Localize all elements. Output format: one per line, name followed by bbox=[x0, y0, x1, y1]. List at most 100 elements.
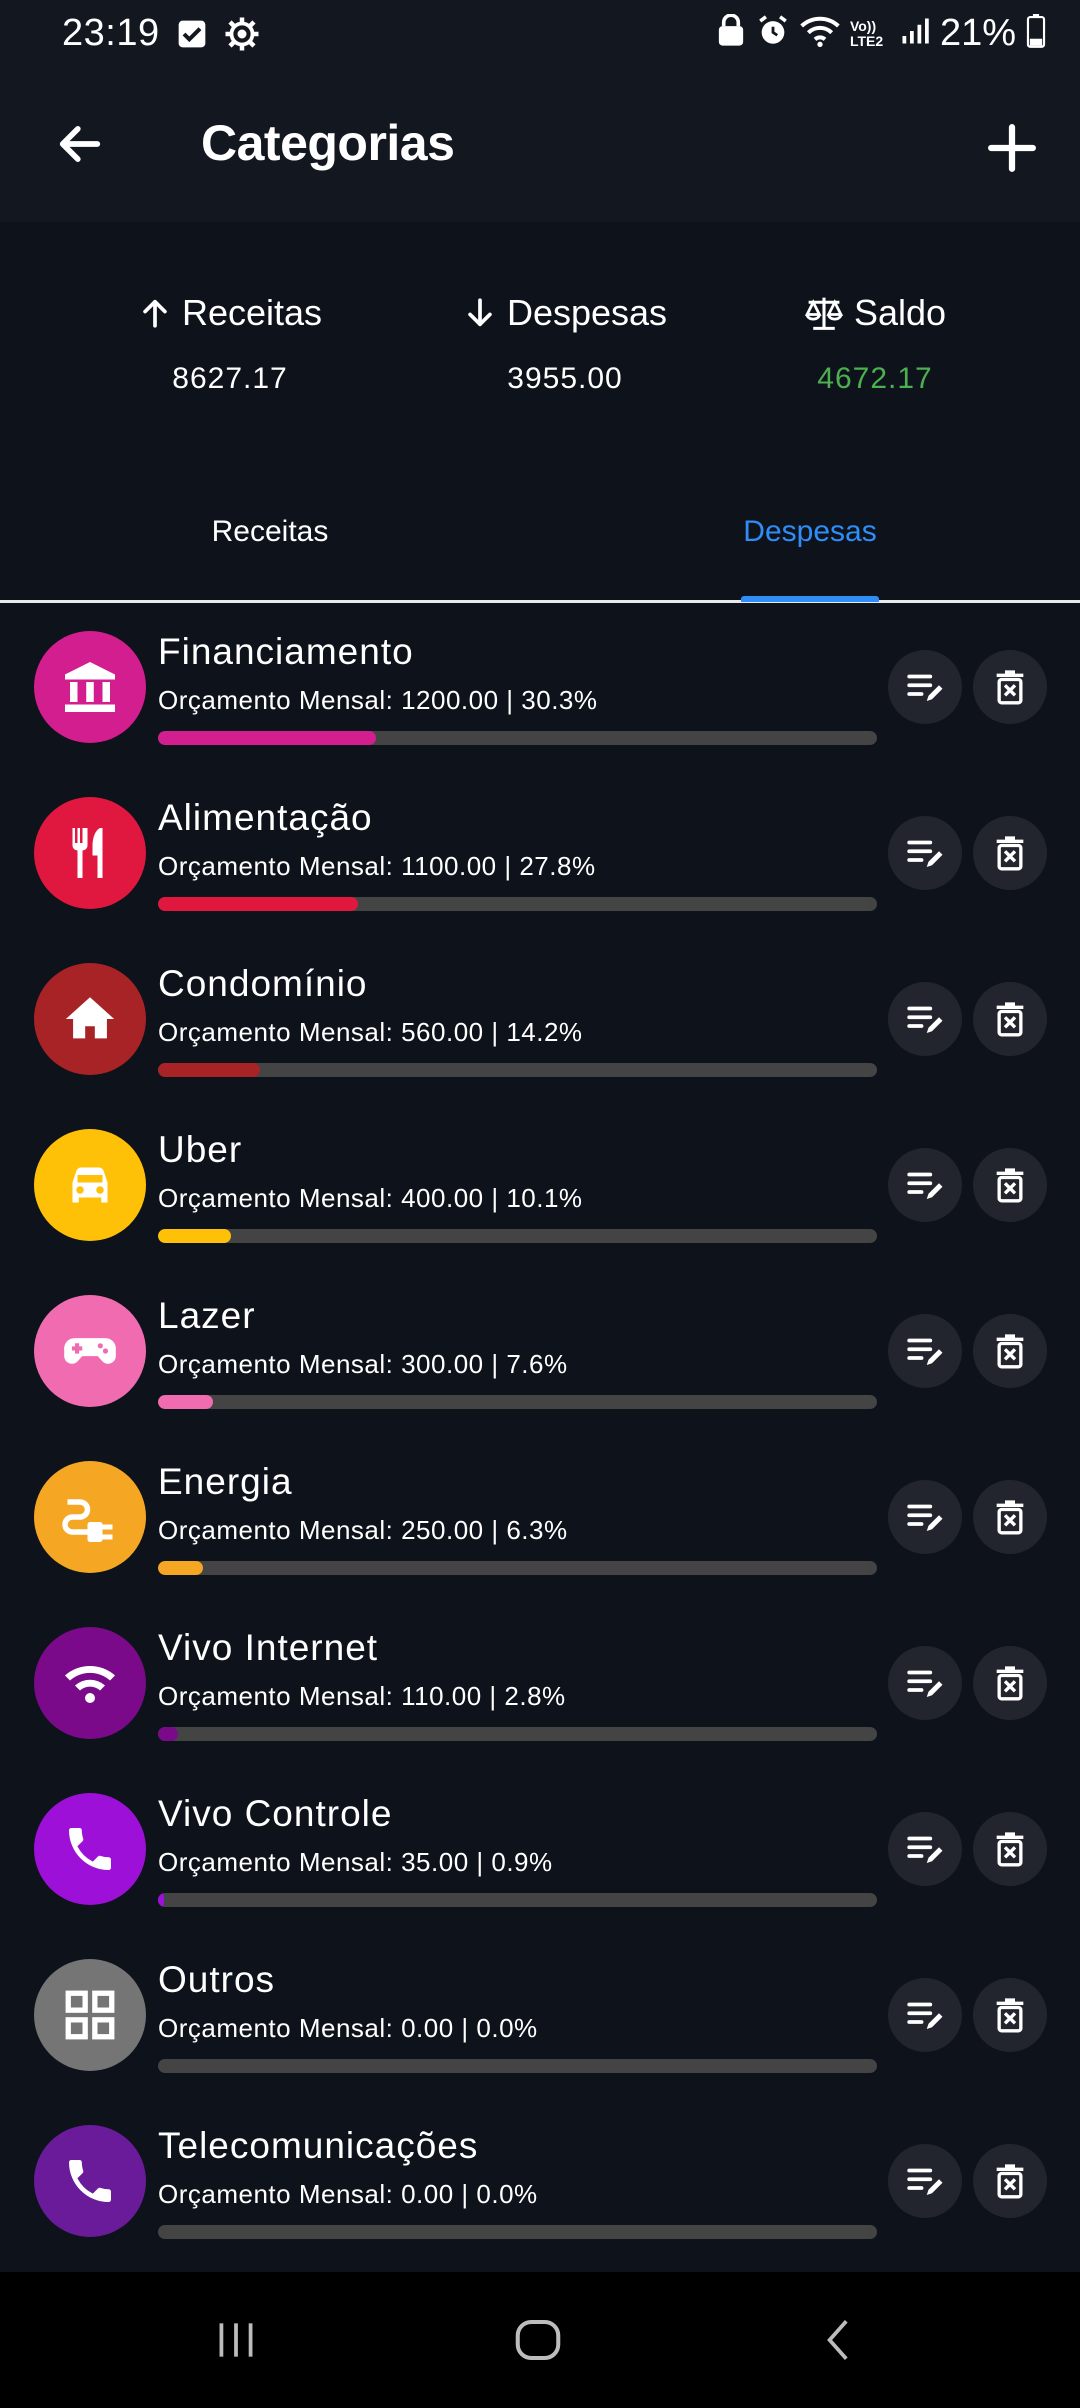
delete-box-icon bbox=[990, 1165, 1030, 1205]
budget-progress-bar bbox=[158, 2059, 877, 2073]
budget-progress-fill bbox=[158, 1727, 179, 1741]
edit-category-button[interactable] bbox=[888, 1646, 962, 1720]
category-row[interactable]: Financiamento Orçamento Mensal: 1200.00 |… bbox=[0, 605, 1080, 771]
category-row[interactable]: Outros Orçamento Mensal: 0.00 | 0.0% bbox=[0, 1933, 1080, 2099]
recents-button[interactable] bbox=[176, 2300, 296, 2380]
edit-note-icon bbox=[904, 1662, 946, 1704]
status-left-icons bbox=[176, 16, 260, 57]
status-bar: 23:19 Vo)) LTE2 21% bbox=[0, 0, 1080, 72]
edit-note-icon bbox=[904, 1994, 946, 2036]
home-button[interactable] bbox=[478, 2300, 598, 2380]
budget-progress-fill bbox=[158, 1229, 231, 1243]
budget-progress-bar bbox=[158, 1727, 877, 1741]
category-row[interactable]: Uber Orçamento Mensal: 400.00 | 10.1% bbox=[0, 1103, 1080, 1269]
category-name: Condomínio bbox=[158, 963, 368, 1004]
tab-despesas[interactable]: Despesas bbox=[540, 462, 1080, 602]
category-budget: Orçamento Mensal: 400.00 | 10.1% bbox=[158, 1183, 583, 1213]
app-bar: Categorias bbox=[0, 72, 1080, 222]
delete-box-icon bbox=[990, 1497, 1030, 1537]
tab-indicator bbox=[741, 596, 879, 602]
category-budget: Orçamento Mensal: 1200.00 | 30.3% bbox=[158, 685, 598, 715]
arrow-left-icon bbox=[59, 126, 101, 162]
edit-category-button[interactable] bbox=[888, 1314, 962, 1388]
category-row[interactable]: Condomínio Orçamento Mensal: 560.00 | 14.… bbox=[0, 937, 1080, 1103]
category-budget: Orçamento Mensal: 560.00 | 14.2% bbox=[158, 1017, 583, 1047]
grid-icon bbox=[34, 1959, 146, 2071]
checkbox-icon bbox=[176, 18, 208, 55]
delete-category-button[interactable] bbox=[973, 650, 1047, 724]
recents-icon bbox=[219, 2323, 253, 2357]
arrow-up-icon bbox=[143, 299, 167, 328]
edit-category-button[interactable] bbox=[888, 650, 962, 724]
status-time: 23:19 bbox=[62, 12, 160, 54]
income-label: Receitas bbox=[181, 292, 323, 333]
delete-category-button[interactable] bbox=[973, 1978, 1047, 2052]
budget-progress-bar bbox=[158, 897, 877, 911]
delete-box-icon bbox=[990, 999, 1030, 1039]
gamepad-icon bbox=[34, 1295, 146, 1407]
delete-box-icon bbox=[990, 2161, 1030, 2201]
category-name: Uber bbox=[158, 1129, 243, 1170]
budget-progress-bar bbox=[158, 1561, 877, 1575]
category-name: Vivo Controle bbox=[158, 1793, 393, 1834]
budget-progress-bar bbox=[158, 1229, 877, 1243]
category-row[interactable]: Vivo Internet Orçamento Mensal: 110.00 | … bbox=[0, 1601, 1080, 1767]
delete-category-button[interactable] bbox=[973, 816, 1047, 890]
edit-category-button[interactable] bbox=[888, 2144, 962, 2218]
edit-category-button[interactable] bbox=[888, 1148, 962, 1222]
tab-bar: Receitas Despesas bbox=[0, 462, 1080, 603]
edit-category-button[interactable] bbox=[888, 982, 962, 1056]
edit-note-icon bbox=[904, 1330, 946, 1372]
delete-category-button[interactable] bbox=[973, 1646, 1047, 1720]
delete-category-button[interactable] bbox=[973, 1314, 1047, 1388]
wifi-icon bbox=[800, 14, 840, 53]
budget-progress-bar bbox=[158, 731, 877, 745]
phone-icon bbox=[34, 1793, 146, 1905]
category-name: Outros bbox=[158, 1959, 276, 2000]
category-budget: Orçamento Mensal: 1100.00 | 27.8% bbox=[158, 851, 596, 881]
category-budget: Orçamento Mensal: 35.00 | 0.9% bbox=[158, 1847, 553, 1877]
edit-note-icon bbox=[904, 1496, 946, 1538]
category-name: Vivo Internet bbox=[158, 1627, 379, 1668]
edit-category-button[interactable] bbox=[888, 1978, 962, 2052]
volte-icon: Vo)) LTE2 bbox=[849, 17, 884, 49]
delete-category-button[interactable] bbox=[973, 2144, 1047, 2218]
category-row[interactable]: Energia Orçamento Mensal: 250.00 | 6.3% bbox=[0, 1435, 1080, 1601]
edit-category-button[interactable] bbox=[888, 816, 962, 890]
category-row[interactable]: Vivo Controle Orçamento Mensal: 35.00 | 0… bbox=[0, 1767, 1080, 1933]
category-row[interactable]: Alimentação Orçamento Mensal: 1100.00 | 2… bbox=[0, 771, 1080, 937]
budget-progress-bar bbox=[158, 2225, 877, 2239]
wifi-icon bbox=[34, 1627, 146, 1739]
nav-back-button[interactable] bbox=[780, 2300, 900, 2380]
category-row[interactable]: Lazer Orçamento Mensal: 300.00 | 7.6% bbox=[0, 1269, 1080, 1435]
category-list: Financiamento Orçamento Mensal: 1200.00 |… bbox=[0, 605, 1080, 2265]
delete-category-button[interactable] bbox=[973, 982, 1047, 1056]
balance-label: Saldo bbox=[853, 292, 947, 333]
add-category-button[interactable] bbox=[972, 108, 1052, 188]
delete-category-button[interactable] bbox=[973, 1480, 1047, 1554]
bank-icon bbox=[34, 631, 146, 743]
status-right-icons: Vo)) LTE2 21% bbox=[716, 12, 1046, 55]
tab-receitas[interactable]: Receitas bbox=[0, 462, 540, 602]
plus-icon bbox=[988, 124, 1036, 172]
back-chevron-icon bbox=[827, 2320, 848, 2360]
budget-progress-fill bbox=[158, 897, 358, 911]
category-budget: Orçamento Mensal: 300.00 | 7.6% bbox=[158, 1349, 568, 1379]
back-button[interactable] bbox=[44, 108, 116, 180]
edit-category-button[interactable] bbox=[888, 1480, 962, 1554]
edit-category-button[interactable] bbox=[888, 1812, 962, 1886]
home-icon bbox=[34, 963, 146, 1075]
edit-note-icon bbox=[904, 666, 946, 708]
plug-icon bbox=[34, 1461, 146, 1573]
delete-category-button[interactable] bbox=[973, 1812, 1047, 1886]
expense-label: Despesas bbox=[506, 292, 668, 333]
delete-category-button[interactable] bbox=[973, 1148, 1047, 1222]
expense-value: 3955.00 bbox=[507, 362, 623, 395]
delete-box-icon bbox=[990, 667, 1030, 707]
battery-percent: 21% bbox=[939, 12, 1016, 54]
delete-box-icon bbox=[990, 833, 1030, 873]
summary-expense: Despesas 3955.00 bbox=[455, 292, 675, 396]
budget-progress-fill bbox=[158, 1561, 204, 1575]
category-budget: Orçamento Mensal: 110.00 | 2.8% bbox=[158, 1681, 566, 1711]
category-row[interactable]: Telecomunicações Orçamento Mensal: 0.00 |… bbox=[0, 2099, 1080, 2265]
